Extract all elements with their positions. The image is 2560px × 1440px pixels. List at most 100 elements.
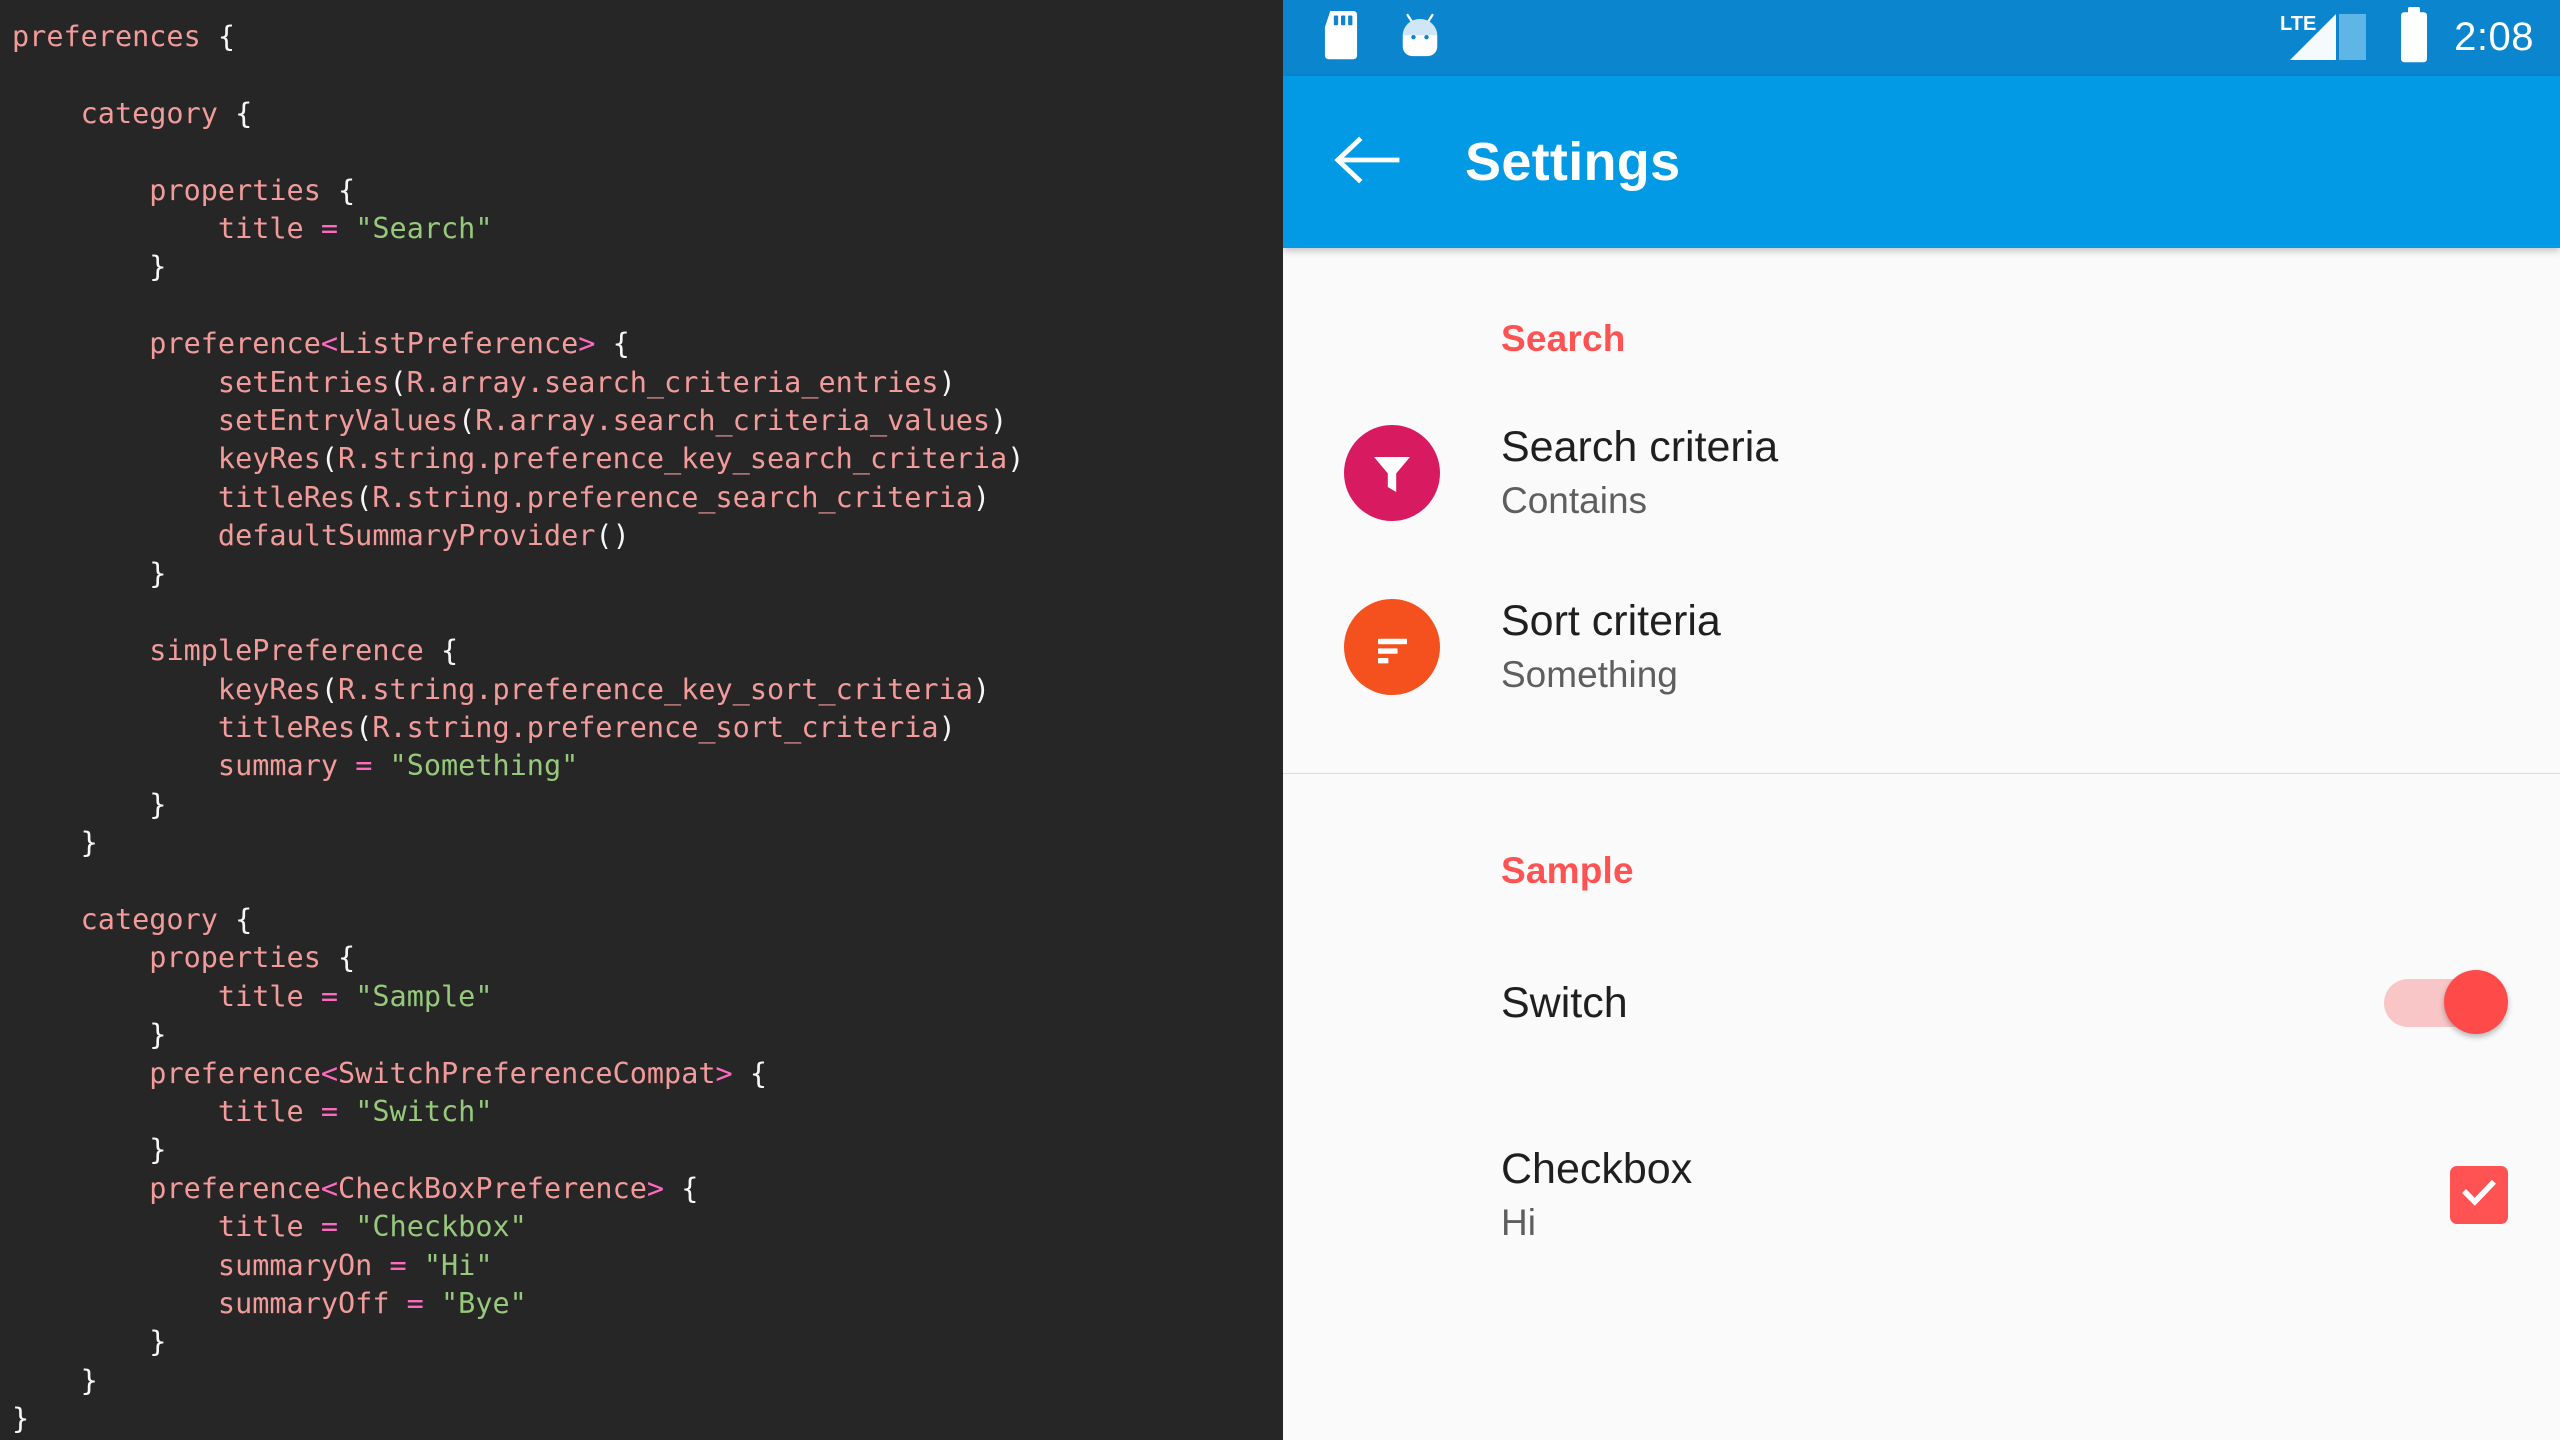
back-button[interactable] — [1327, 123, 1405, 201]
code-line: summary = "Something" — [0, 747, 1283, 785]
code-line: category { — [0, 901, 1283, 939]
code-editor-pane[interactable]: preferences { category { properties { ti… — [0, 0, 1283, 1440]
code-token: ( — [320, 672, 339, 706]
section-bottom-spacer — [1283, 727, 2560, 773]
code-token: category — [80, 96, 218, 130]
code-token: } — [149, 1325, 167, 1359]
code-token: "Something" — [389, 749, 579, 783]
code-token: properties — [149, 941, 321, 975]
preference-title: Checkbox — [1501, 1144, 1693, 1193]
checkbox-toggle[interactable] — [2450, 1165, 2508, 1224]
code-line: preference<CheckBoxPreference> { — [0, 1170, 1283, 1208]
code-line: titleRes(R.string.preference_search_crit… — [0, 479, 1283, 517]
preference-category-sample: Sample Switch Checkbox Hi — [1283, 774, 2560, 1285]
preference-category-search: Search Search criteria Contains Sort cri… — [1283, 248, 2560, 773]
status-bar-left-icons — [1319, 10, 1445, 66]
code-token: = — [320, 979, 339, 1013]
sort-lines-icon — [1344, 598, 1440, 695]
code-token: preference — [149, 1171, 321, 1205]
code-line: defaultSummaryProvider() — [0, 517, 1283, 555]
code-token: R.array.search_criteria_values — [475, 403, 991, 437]
code-token: ( — [355, 480, 373, 514]
code-line: preferences { — [0, 18, 1283, 56]
code-token: ListPreference — [338, 327, 579, 361]
preference-row-switch[interactable]: Switch — [1283, 919, 2560, 1087]
code-token: defaultSummaryProvider — [217, 519, 596, 553]
preference-list[interactable]: Search Search criteria Contains Sort cri… — [1283, 248, 2560, 1285]
code-token: ) — [938, 365, 956, 399]
preference-title: Search criteria — [1501, 423, 1779, 471]
code-token: category — [80, 902, 218, 936]
code-token: () — [595, 519, 630, 553]
switch-toggle[interactable] — [2384, 965, 2508, 1041]
code-token: R.string.preference_key_search_criteria — [338, 442, 1008, 476]
code-line: category { — [0, 95, 1283, 133]
battery-full-icon — [2396, 6, 2432, 70]
code-token: = — [355, 749, 373, 783]
code-token: preference — [149, 327, 321, 361]
preference-icon-container — [1283, 424, 1501, 521]
android-head-icon — [1395, 13, 1445, 64]
code-token: R.string.preference_key_sort_criteria — [338, 672, 973, 706]
code-token: setEntries — [217, 365, 390, 399]
code-token: } — [80, 826, 98, 860]
code-line: properties { — [0, 939, 1283, 977]
preference-row-checkbox[interactable]: Checkbox Hi — [1283, 1105, 2560, 1285]
code-token: ) — [972, 480, 991, 514]
code-token: setEntryValues — [217, 403, 459, 437]
code-token: R.string.preference_search_criteria — [372, 480, 973, 514]
code-token: CheckBoxPreference — [338, 1171, 647, 1205]
code-token: summaryOff — [217, 1286, 390, 1320]
code-token: { — [235, 902, 253, 936]
code-line: setEntries(R.array.search_criteria_entri… — [0, 364, 1283, 402]
page-title: Settings — [1465, 132, 1681, 192]
code-line: properties { — [0, 172, 1283, 210]
code-token: title — [217, 211, 304, 245]
code-content[interactable]: preferences { category { properties { ti… — [0, 18, 1283, 1438]
code-token: } — [149, 787, 167, 821]
code-token: } — [80, 1363, 98, 1397]
code-token: } — [149, 1018, 167, 1052]
check-icon — [2458, 1171, 2500, 1218]
preference-row-search-criteria[interactable]: Search criteria Contains — [1283, 393, 2560, 553]
code-token: "Sample" — [355, 979, 493, 1013]
code-token: "Checkbox" — [355, 1210, 527, 1244]
code-token: keyRes — [217, 672, 321, 706]
code-token: { — [235, 96, 253, 130]
code-token: ( — [458, 403, 476, 437]
status-bar: LTE 2:08 — [1283, 0, 2560, 76]
code-line: } — [0, 1400, 1283, 1438]
preference-row-sort-criteria[interactable]: Sort criteria Something — [1283, 567, 2560, 727]
code-line: } — [0, 824, 1283, 862]
svg-text:LTE: LTE — [2280, 13, 2316, 35]
code-token: title — [217, 979, 304, 1013]
code-token: ) — [990, 403, 1008, 437]
